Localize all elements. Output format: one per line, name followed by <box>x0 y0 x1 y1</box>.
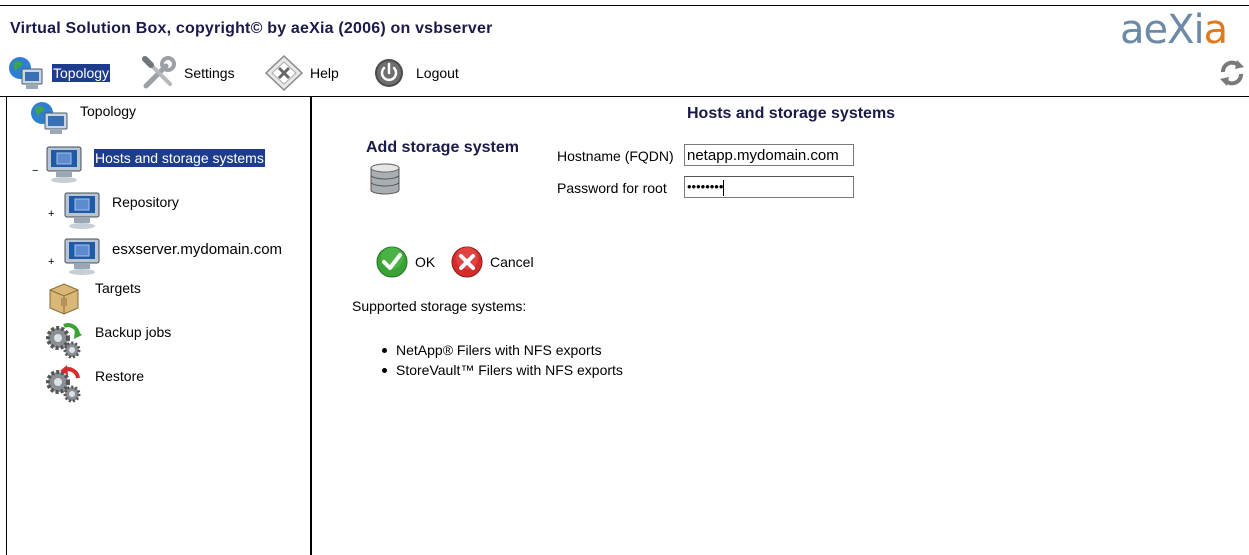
toolbar-help-label: Help <box>310 65 339 81</box>
logo-text-end: a <box>1203 7 1228 53</box>
hostname-label: Hostname (FQDN) <box>557 148 674 164</box>
list-item: NetApp® Filers with NFS exports <box>380 340 623 360</box>
add-storage-title: Add storage system <box>366 139 519 156</box>
tree-item-targets[interactable]: Targets <box>46 280 141 316</box>
computer-icon <box>46 146 82 183</box>
tree-item-backup-jobs[interactable]: Backup jobs <box>44 320 171 360</box>
left-border <box>6 97 7 555</box>
tree-label-esxserver: esxserver.mydomain.com <box>112 240 283 258</box>
password-label: Password for root <box>557 180 667 196</box>
aexia-logo: aeXia <box>1120 7 1228 53</box>
help-lifebuoy-icon <box>264 54 304 92</box>
computer-icon <box>64 192 100 229</box>
tree-label-restore: Restore <box>95 368 145 384</box>
tree-item-topology[interactable]: Topology <box>28 100 136 136</box>
tree-label-hosts-storage: Hosts and storage systems <box>94 149 265 167</box>
computer-icon <box>64 238 100 275</box>
checkmark-icon <box>376 246 408 278</box>
tree-label-targets: Targets <box>95 280 141 296</box>
expand-toggle-repository[interactable]: + <box>48 208 54 220</box>
toolbar-settings-label: Settings <box>184 65 235 81</box>
logo-text-main: aeXi <box>1120 7 1205 53</box>
supported-label: Supported storage systems: <box>352 298 527 314</box>
toolbar-logout-button[interactable]: Logout <box>372 54 459 92</box>
box-icon <box>49 283 79 315</box>
supported-list: NetApp® Filers with NFS exports StoreVau… <box>380 340 623 380</box>
topology-icon <box>9 57 43 89</box>
power-icon <box>375 59 403 87</box>
password-value: •••••••• <box>687 179 724 194</box>
topology-icon <box>31 102 68 134</box>
toolbar-settings-button[interactable]: Settings <box>140 54 235 92</box>
collapse-toggle[interactable]: − <box>32 165 38 177</box>
wrench-screwdriver-icon <box>142 56 176 89</box>
ok-label: OK <box>415 254 436 270</box>
tree-label-topology: Topology <box>80 103 137 119</box>
tree-item-restore[interactable]: Restore <box>44 364 144 404</box>
top-border <box>0 0 1249 6</box>
database-icon <box>370 163 400 195</box>
toolbar-logout-label: Logout <box>416 65 459 81</box>
password-input[interactable]: •••••••• <box>684 176 854 198</box>
toolbar-topology-label: Topology <box>52 64 111 82</box>
toolbar: Topology Settings Help Logout <box>0 54 1249 94</box>
cancel-label: Cancel <box>490 254 534 270</box>
toolbar-help-button[interactable]: Help <box>264 54 339 92</box>
cancel-button[interactable]: Cancel <box>450 245 534 279</box>
list-item: StoreVault™ Filers with NFS exports <box>380 360 623 380</box>
gears-restore-icon <box>46 365 81 403</box>
tree-label-repository: Repository <box>112 194 179 210</box>
tree-item-esxserver[interactable]: esxserver.mydomain.com <box>62 236 282 276</box>
toolbar-topology-button[interactable]: Topology <box>6 54 111 92</box>
tree-item-hosts-storage[interactable]: Hosts and storage systems <box>44 144 265 184</box>
ok-button[interactable]: OK <box>375 245 435 279</box>
toolbar-divider <box>0 96 1249 97</box>
text-cursor <box>723 179 725 196</box>
expand-toggle-esxserver[interactable]: + <box>48 256 54 268</box>
pane-splitter[interactable] <box>310 97 312 555</box>
close-icon <box>451 246 483 278</box>
page-title: Hosts and storage systems <box>687 105 896 122</box>
gears-backup-icon <box>46 323 82 359</box>
tree-label-backup-jobs: Backup jobs <box>95 324 172 340</box>
refresh-button[interactable] <box>1218 58 1246 91</box>
hostname-input[interactable] <box>684 144 854 166</box>
refresh-icon <box>1220 60 1244 86</box>
tree-item-repository[interactable]: Repository <box>62 190 179 230</box>
app-title: Virtual Solution Box, copyright© by aeXi… <box>10 20 493 37</box>
